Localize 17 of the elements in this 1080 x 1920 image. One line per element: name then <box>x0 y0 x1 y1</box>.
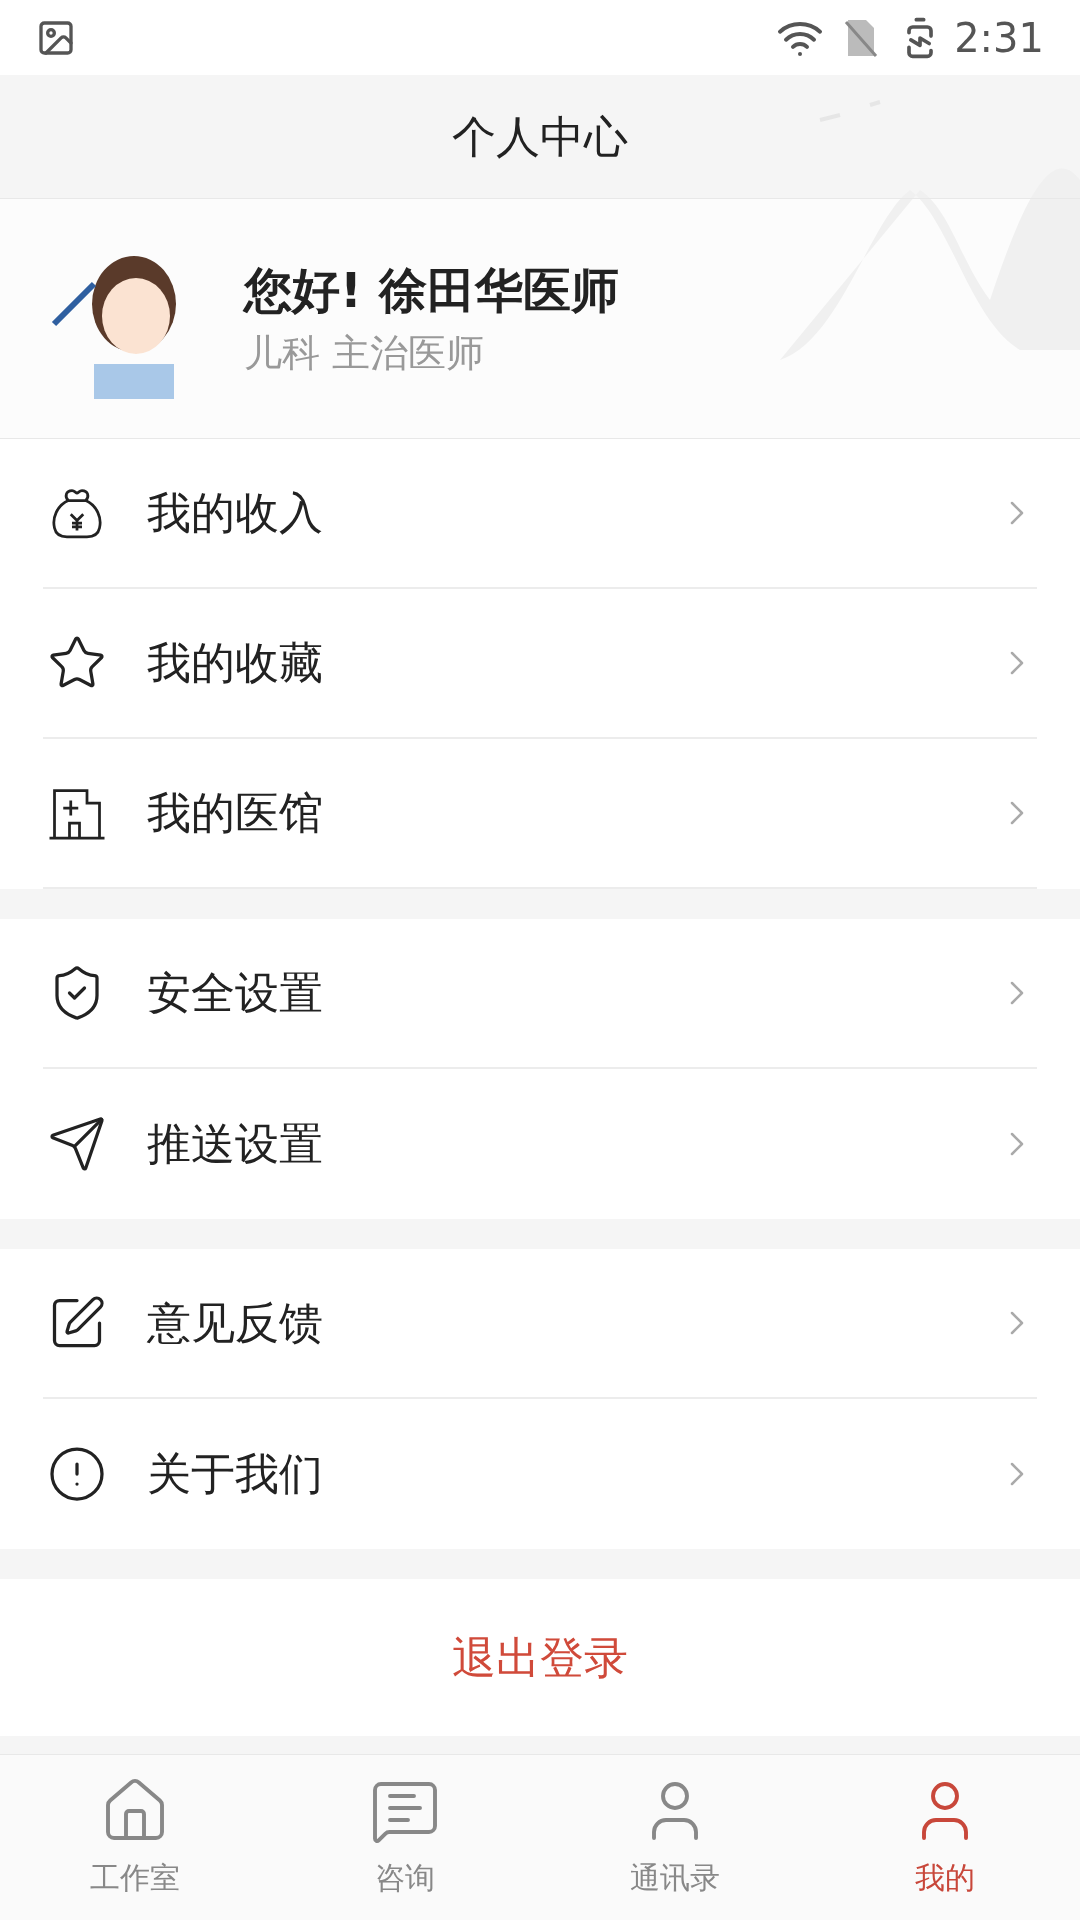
menu-item[interactable]: 推送设置 <box>43 1069 1037 1219</box>
menu-item[interactable]: 意见反馈 <box>43 1249 1037 1399</box>
status-time: 2:31 <box>954 13 1044 63</box>
tab-item[interactable]: 我的 <box>810 1755 1080 1920</box>
doctor-title-text: 儿科 主治医师 <box>244 333 486 372</box>
no-sim-icon <box>844 17 879 58</box>
menu-item[interactable]: 安全设置 <box>43 919 1037 1069</box>
menu-item[interactable]: 关于我们 <box>43 1399 1037 1549</box>
menu-item[interactable]: 我的医馆 <box>43 739 1037 889</box>
info-icon <box>47 1444 107 1504</box>
logout-button[interactable]: 退出登录 <box>0 1579 1080 1736</box>
menu-item[interactable]: 我的收藏 <box>43 589 1037 739</box>
menu-item[interactable]: 我的收入 <box>43 439 1037 589</box>
paper-plane-icon <box>47 1114 107 1174</box>
greeting-text: 您好! 徐田华医师 <box>244 265 620 314</box>
page-title: 个人中心 <box>452 109 628 164</box>
profile-card[interactable]: 您好! 徐田华医师 儿科 主治医师 <box>0 199 1080 439</box>
